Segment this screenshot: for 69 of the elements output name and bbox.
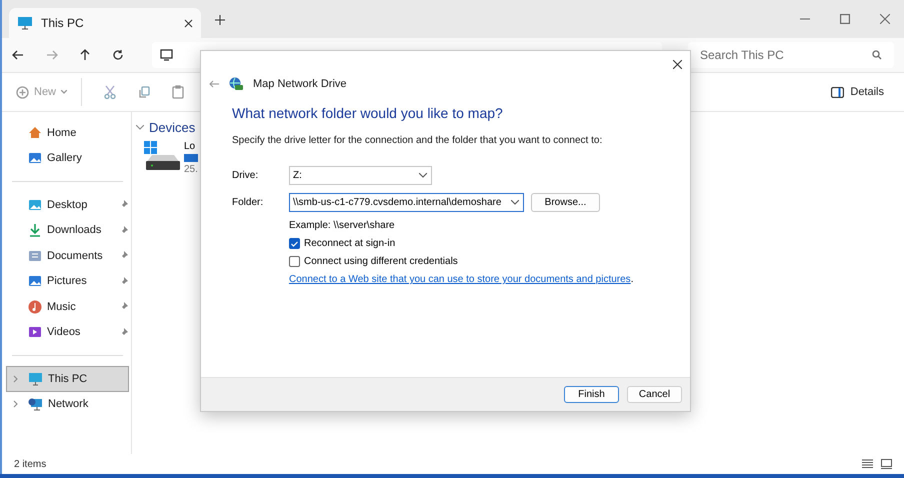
sidebar-item[interactable]: Home: [6, 120, 129, 146]
music-note-icon: [28, 300, 42, 314]
sidebar-item[interactable]: Pictures: [6, 268, 129, 294]
network-monitor-icon: [28, 397, 43, 412]
hard-drive-icon: [144, 141, 180, 171]
dialog-heading: What network folder would you like to map?: [232, 105, 504, 121]
sidebar-item[interactable]: Network: [6, 392, 129, 417]
sidebar-item[interactable]: Videos: [6, 320, 129, 345]
up-arrow-icon[interactable]: [80, 49, 90, 61]
chevron-down-icon: [61, 90, 68, 94]
dialog-button[interactable]: Finish: [564, 386, 619, 403]
video-icon: [28, 325, 42, 340]
monitor-icon: [160, 49, 173, 61]
item-count: 2 items: [14, 458, 46, 470]
chevron-down-icon: [419, 173, 427, 178]
chevron-right-icon: [13, 374, 18, 383]
example-text: Example: \\server\share: [289, 220, 396, 231]
globe-drive-icon: [229, 77, 243, 91]
checkbox-option[interactable]: Connect using different credentials: [289, 256, 690, 267]
clipboard-icon[interactable]: [172, 85, 184, 99]
sidebar-item[interactable]: Music: [6, 294, 129, 320]
picture-icon: [28, 274, 42, 288]
checkbox-option[interactable]: Reconnect at sign-in: [289, 238, 690, 249]
dialog-button[interactable]: Cancel: [627, 386, 682, 403]
download-arrow-icon: [28, 223, 42, 238]
sidebar-item[interactable]: Downloads: [6, 218, 129, 243]
sidebar-item[interactable]: Documents: [6, 243, 129, 268]
minimize-icon[interactable]: [800, 18, 810, 20]
section-heading: Devices: [149, 120, 196, 135]
chevron-down-icon: [511, 200, 519, 205]
sidebar-item[interactable]: Desktop: [6, 192, 129, 218]
sidebar-item[interactable]: This PC: [6, 366, 129, 392]
drive-size: 25.: [184, 164, 198, 175]
browse-button[interactable]: Browse...: [531, 193, 600, 212]
link-sentence: Connect to a Web site that you can use to store your documents and pictures.: [289, 274, 634, 285]
folder-label: Folder:: [232, 197, 264, 208]
copy-icon[interactable]: [138, 86, 150, 98]
monitor-icon: [17, 16, 33, 30]
web-site-link[interactable]: Connect to a Web site that you can use to store your documents and pictures: [289, 274, 631, 285]
drive-dropdown[interactable]: Z:: [289, 166, 432, 185]
check-icon: [291, 240, 298, 246]
picture-icon: [28, 151, 42, 166]
dialog-title: Map Network Drive: [253, 78, 347, 90]
maximize-icon[interactable]: [840, 14, 850, 24]
close-icon[interactable]: [184, 18, 193, 28]
desktop-icon: [28, 198, 42, 212]
document-icon: [28, 248, 42, 263]
drive-name: Lo: [184, 141, 196, 152]
close-icon: [673, 60, 682, 69]
chevron-right-icon: [13, 400, 18, 408]
drive-label: Drive:: [232, 170, 260, 181]
details-pane-icon: [831, 86, 844, 98]
refresh-icon[interactable]: [112, 49, 124, 61]
back-arrow-icon[interactable]: [12, 50, 24, 60]
tab[interactable]: This PC: [9, 8, 201, 38]
instruction-text: Specify the drive letter for the connection and the folder that you want to connect to:: [232, 135, 604, 146]
plus-circle-icon: [16, 86, 29, 98]
home-icon: [28, 126, 42, 140]
list-view-icon[interactable]: [862, 459, 873, 468]
search-field[interactable]: Search This PC: [688, 42, 894, 68]
search-icon: [872, 50, 882, 60]
plus-icon[interactable]: [215, 15, 225, 25]
details-button[interactable]: Details: [825, 85, 890, 99]
sidebar-item[interactable]: Gallery: [6, 146, 129, 171]
chevron-down-icon: [136, 125, 144, 130]
monitor-icon: [28, 372, 43, 386]
tiles-view-icon[interactable]: [881, 459, 892, 469]
folder-combo-field[interactable]: \\smb-us-c1-c779.cvsdemo.internal\demoshare: [289, 193, 524, 212]
usage-bar: [184, 154, 198, 162]
